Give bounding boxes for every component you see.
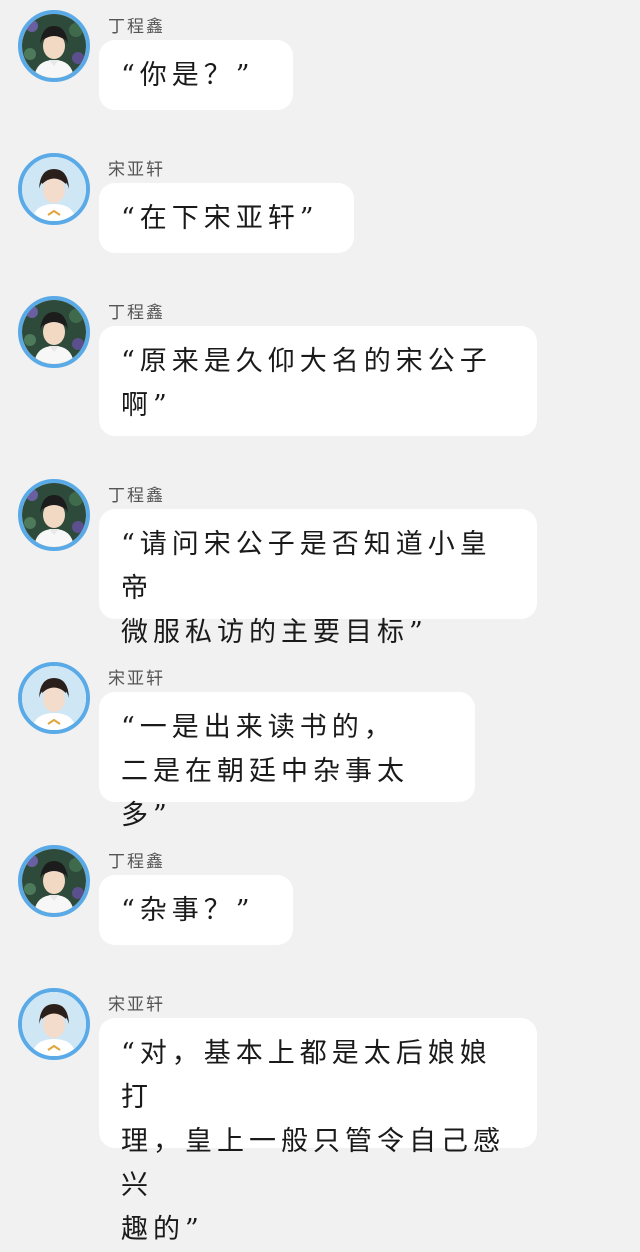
sender-name: 宋亚轩	[108, 669, 165, 689]
user-avatar-icon	[22, 300, 86, 364]
sender-name: 丁程鑫	[108, 303, 165, 323]
avatar[interactable]	[18, 845, 90, 917]
sender-name: 丁程鑫	[108, 17, 165, 37]
sender-name: 宋亚轩	[108, 160, 165, 180]
message-bubble[interactable]: “请问宋公子是否知道小皇帝 微服私访的主要目标”	[99, 509, 537, 648]
avatar[interactable]	[18, 296, 90, 368]
avatar[interactable]	[18, 988, 90, 1060]
chat-thread: 丁程鑫 “你是？” 宋亚轩 “在下宋亚轩” 丁程鑫 “原来是久仰大名的宋公子 啊…	[0, 0, 640, 1245]
user-avatar-icon	[22, 483, 86, 547]
avatar[interactable]	[18, 10, 90, 82]
message-bubble[interactable]: “你是？”	[99, 40, 293, 110]
user-avatar-icon	[22, 666, 86, 730]
user-avatar-icon	[22, 849, 86, 913]
message-bubble[interactable]: “杂事？”	[99, 875, 293, 945]
sender-name: 丁程鑫	[108, 486, 165, 506]
user-avatar-icon	[22, 14, 86, 78]
message-bubble[interactable]: “原来是久仰大名的宋公子 啊”	[99, 326, 537, 436]
user-avatar-icon	[22, 157, 86, 221]
avatar[interactable]	[18, 662, 90, 734]
message-bubble[interactable]: “在下宋亚轩”	[99, 183, 354, 253]
sender-name: 宋亚轩	[108, 995, 165, 1015]
sender-name: 丁程鑫	[108, 852, 165, 872]
avatar[interactable]	[18, 479, 90, 551]
message-bubble[interactable]: “一是出来读书的， 二是在朝廷中杂事太多”	[99, 692, 475, 831]
user-avatar-icon	[22, 992, 86, 1056]
message-bubble[interactable]: “对，基本上都是太后娘娘打 理，皇上一般只管令自己感兴 趣的”	[99, 1018, 537, 1245]
avatar[interactable]	[18, 153, 90, 225]
